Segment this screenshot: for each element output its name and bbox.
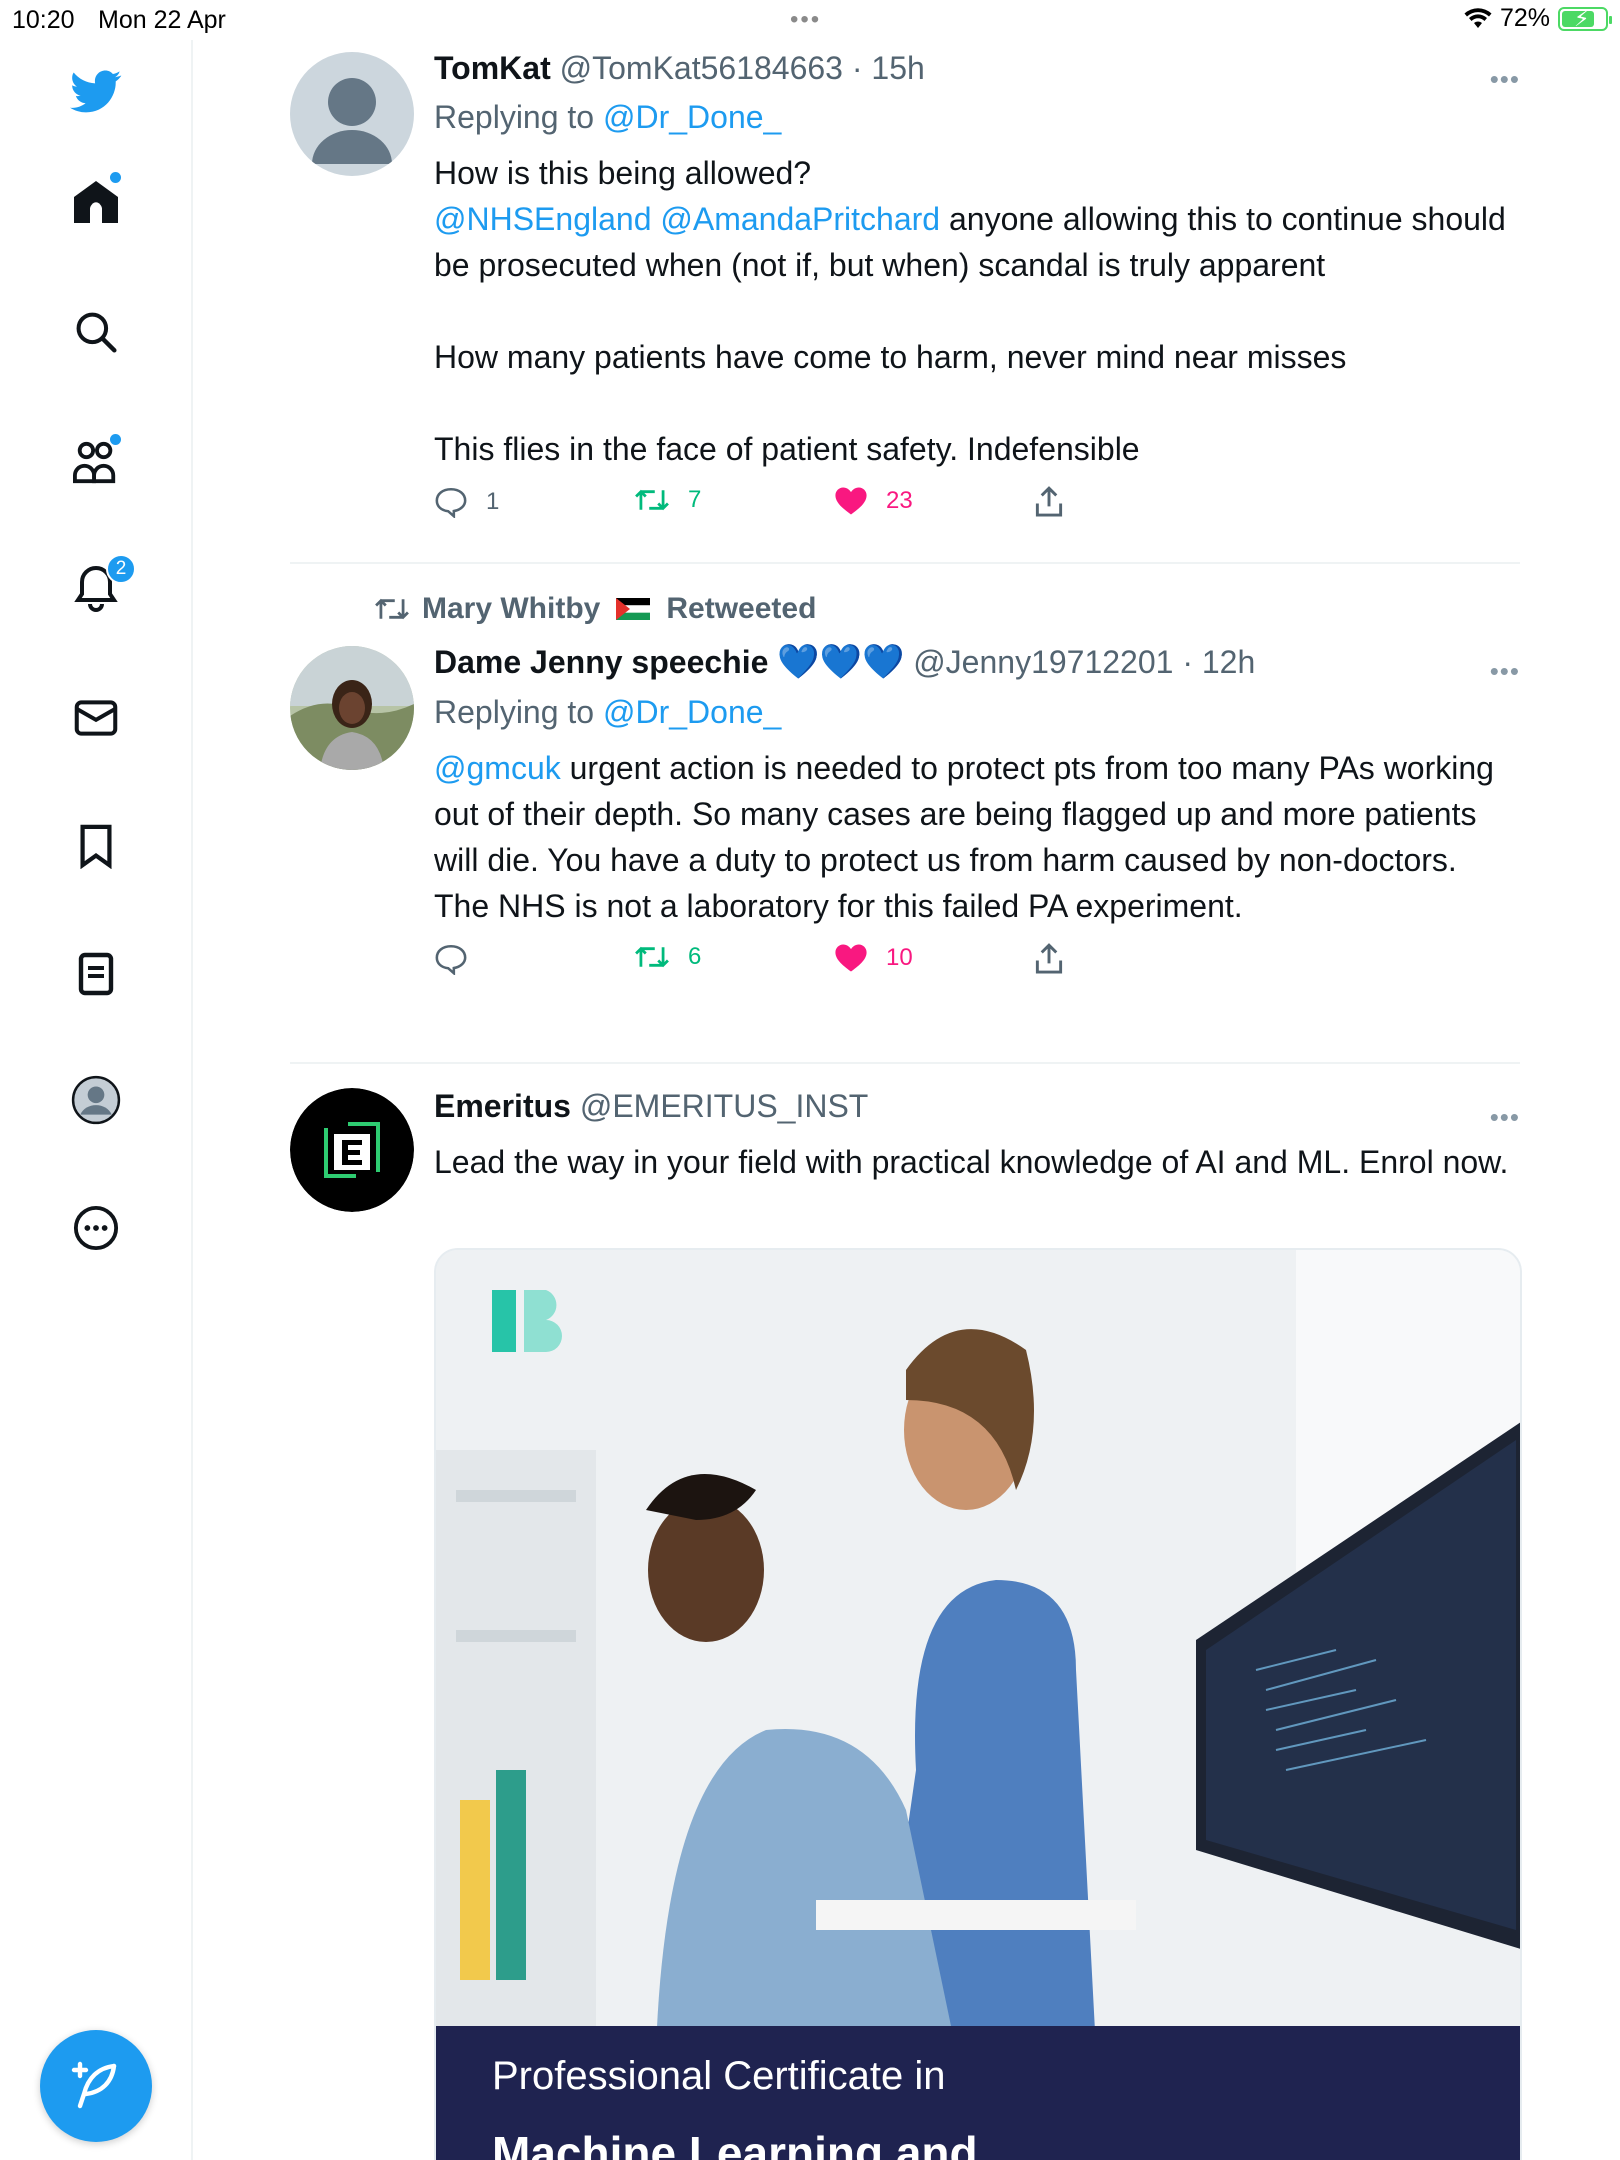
retweet-icon xyxy=(635,946,669,968)
tweet-time: · 15h xyxy=(851,50,925,86)
avatar[interactable] xyxy=(290,646,414,770)
multitasking-dots-icon[interactable]: ••• xyxy=(790,6,821,34)
tweet-text: @gmcuk urgent action is needed to protec… xyxy=(434,745,1520,929)
more-options-icon[interactable] xyxy=(66,1198,126,1258)
reply-icon xyxy=(435,487,467,518)
heart-filled-icon xyxy=(835,944,867,972)
lists-icon[interactable] xyxy=(66,944,126,1004)
palestine-flag-icon xyxy=(616,598,651,620)
communities-icon[interactable] xyxy=(66,432,126,492)
tweet-text-line: How is this being allowed? xyxy=(434,155,812,191)
status-bar: 10:20 Mon 22 Apr ••• 72% ⚡ xyxy=(0,0,1620,40)
profile-avatar-icon[interactable] xyxy=(66,1070,126,1130)
replying-to-mention[interactable]: @Dr_Done_ xyxy=(603,99,781,135)
notification-count-badge: 2 xyxy=(106,554,136,584)
like-button[interactable]: 23 xyxy=(834,486,913,516)
reply-icon xyxy=(435,944,467,975)
ad-banner-line1: Professional Certificate in xyxy=(492,2054,946,2098)
retweet-icon xyxy=(635,489,669,511)
share-button[interactable] xyxy=(1034,943,1064,975)
mention-link[interactable]: @gmcuk xyxy=(434,750,561,786)
battery-percent: 72% xyxy=(1499,4,1550,32)
like-button[interactable]: 10 xyxy=(834,943,913,973)
tweet-header: Dame Jenny speechie 💙💙💙 @Jenny19712201 ·… xyxy=(434,642,1520,682)
avatar[interactable] xyxy=(290,1088,414,1212)
author-handle[interactable]: @Jenny19712201 xyxy=(913,644,1173,680)
author-handle[interactable]: @TomKat56184663 xyxy=(560,50,843,86)
tweet-text: Lead the way in your field with practica… xyxy=(434,1144,1509,1180)
retweet-count: 7 xyxy=(688,486,702,513)
tweet-header: TomKat @TomKat56184663 · 15h xyxy=(434,50,1520,87)
share-icon xyxy=(1035,486,1063,517)
tweet-text-line: @NHSEngland @AmandaPritchard anyone allo… xyxy=(434,196,1520,288)
tweet-time: · 12h xyxy=(1182,644,1256,680)
messages-envelope-icon[interactable] xyxy=(66,688,126,748)
replying-to-line: Replying to @Dr_Done_ xyxy=(434,99,1520,136)
reply-count: 1 xyxy=(486,488,500,515)
notifications-bell-icon[interactable]: 2 xyxy=(66,554,136,618)
retweet-count: 6 xyxy=(688,943,702,970)
retweeted-context: Mary Whitby Retweeted xyxy=(374,592,816,626)
mention-link[interactable]: @NHSEngland xyxy=(434,201,651,237)
tweet-header: Emeritus @EMERITUS_INST xyxy=(434,1088,1520,1125)
mention-link[interactable]: @AmandaPritchard xyxy=(660,201,940,237)
author-name[interactable]: Dame Jenny speechie xyxy=(434,644,768,680)
communities-unread-dot xyxy=(110,434,121,445)
divider xyxy=(290,1062,1520,1064)
home-unread-dot xyxy=(110,172,121,183)
divider xyxy=(290,562,1520,564)
tweet-actions: 6 10 xyxy=(434,943,1520,993)
tweet-text-line: This flies in the face of patient safety… xyxy=(434,431,1140,467)
search-icon[interactable] xyxy=(66,302,126,362)
twitter-logo-icon[interactable] xyxy=(66,62,126,122)
blue-hearts-emoji: 💙💙💙 xyxy=(777,643,905,681)
retweet-icon xyxy=(375,598,409,620)
status-date: Mon 22 Apr xyxy=(98,6,226,34)
replying-to-label: Replying to xyxy=(434,694,595,730)
replying-to-line: Replying to @Dr_Done_ xyxy=(434,694,1520,731)
avatar[interactable] xyxy=(290,52,414,176)
like-count: 23 xyxy=(886,487,913,514)
share-button[interactable] xyxy=(1034,486,1064,518)
retweeted-label: Retweeted xyxy=(666,592,817,625)
retweet-button[interactable]: 6 xyxy=(634,943,701,971)
home-icon[interactable] xyxy=(66,172,126,232)
replying-to-label: Replying to xyxy=(434,99,595,135)
like-count: 10 xyxy=(886,944,913,971)
status-indicators: 72% ⚡ xyxy=(1464,4,1612,33)
tweet-text-line: How many patients have come to harm, nev… xyxy=(434,339,1347,375)
author-handle[interactable]: @EMERITUS_INST xyxy=(580,1088,869,1124)
author-name[interactable]: TomKat xyxy=(434,50,551,86)
compose-tweet-button[interactable] xyxy=(40,2030,152,2142)
ad-banner: Professional Certificate in Machine Lear… xyxy=(436,2026,1520,2160)
battery-icon: ⚡ xyxy=(1558,6,1612,31)
reply-button[interactable] xyxy=(434,943,486,975)
tweet-text: How is this being allowed? @NHSEngland @… xyxy=(434,150,1520,472)
bookmarks-icon[interactable] xyxy=(66,816,126,876)
retweeter-name[interactable]: Mary Whitby xyxy=(422,592,600,626)
reply-button[interactable]: 1 xyxy=(434,486,499,518)
tweet-actions: 1 7 23 xyxy=(434,486,1520,536)
retweet-button[interactable]: 7 xyxy=(634,486,701,514)
compose-feather-icon xyxy=(71,2061,117,2109)
author-name[interactable]: Emeritus xyxy=(434,1088,571,1124)
ad-banner-line2: Machine Learning and xyxy=(492,2127,978,2160)
share-icon xyxy=(1035,943,1063,974)
sidebar-nav: 2 xyxy=(0,40,193,2160)
tweet-text-span: urgent action is needed to protect pts f… xyxy=(434,750,1494,924)
status-time: 10:20 xyxy=(12,6,75,34)
ad-photo-illustration xyxy=(436,1250,1520,2050)
wifi-icon xyxy=(1464,7,1492,28)
heart-filled-icon xyxy=(835,487,867,515)
replying-to-mention[interactable]: @Dr_Done_ xyxy=(603,694,781,730)
ad-media-card[interactable]: Professional Certificate in Machine Lear… xyxy=(434,1248,1522,2160)
